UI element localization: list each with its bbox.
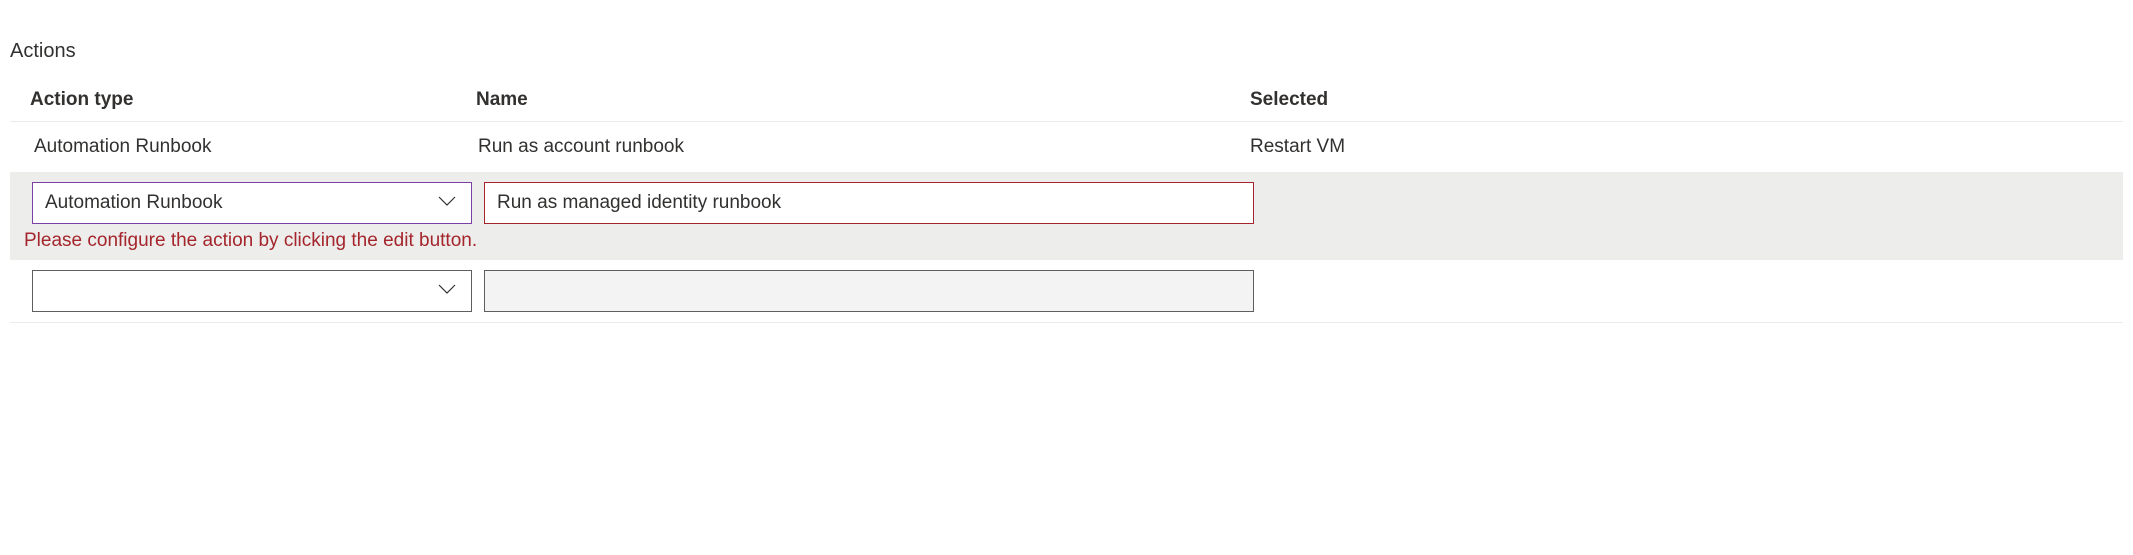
row1-selected: Restart VM [1250,136,2113,158]
table-row: Automation Runbook Run as account runboo… [10,122,2123,172]
table-header-row: Action type Name Selected [10,81,2123,122]
error-message: Please configure the action by clicking … [20,224,2113,252]
row1-action-type: Automation Runbook [20,136,470,158]
header-selected: Selected [1250,89,2113,111]
action-type-select-value: Automation Runbook [45,192,222,214]
actions-table: Action type Name Selected Automation Run… [10,81,2123,323]
table-row [10,260,2123,323]
action-type-select[interactable]: Automation Runbook [32,182,472,224]
section-title: Actions [10,40,2123,63]
header-name: Name [470,89,1250,111]
name-input[interactable] [484,182,1254,224]
row1-name: Run as account runbook [470,136,1250,158]
name-input-empty[interactable] [484,270,1254,312]
action-type-select-empty[interactable] [32,270,472,312]
header-action-type: Action type [20,89,470,111]
table-row: Automation Runbook Please configure the … [10,172,2123,260]
